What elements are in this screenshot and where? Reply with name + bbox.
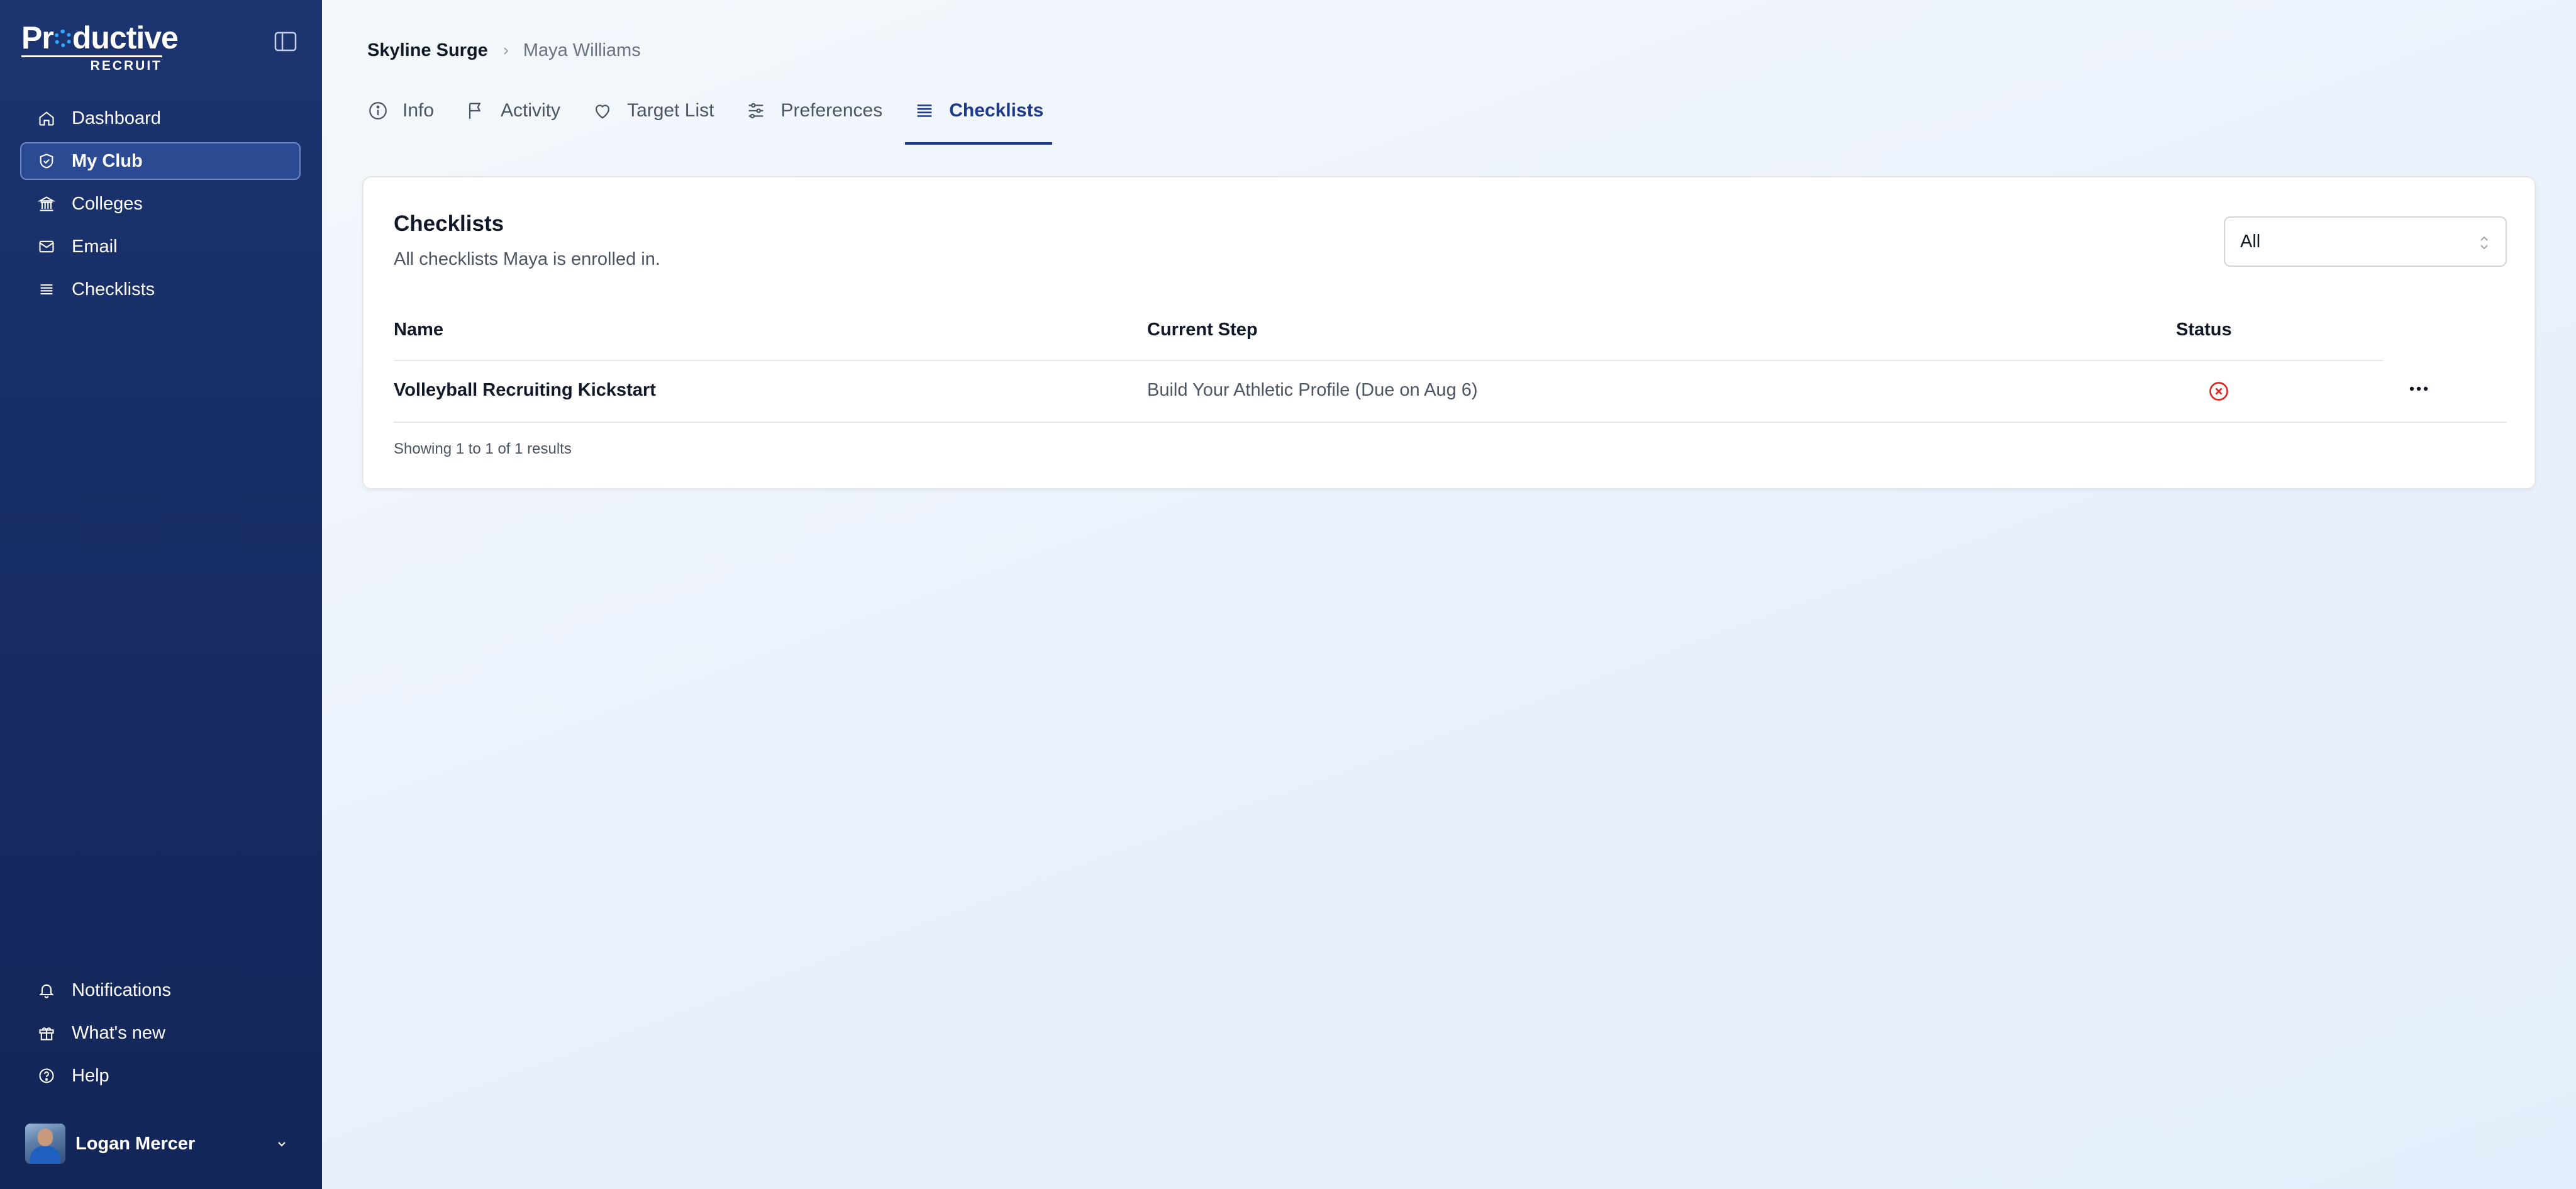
help-icon	[38, 1067, 55, 1085]
card-subtitle: All checklists Maya is enrolled in.	[394, 249, 660, 269]
tab-label: Checklists	[949, 100, 1044, 121]
tab-checklists[interactable]: Checklists	[905, 88, 1053, 145]
sidebar-item-label: My Club	[72, 150, 143, 171]
sidebar-item-help[interactable]: Help	[20, 1057, 301, 1095]
breadcrumb-athlete[interactable]: Maya Williams	[523, 40, 641, 61]
sidebar-item-colleges[interactable]: Colleges	[20, 185, 301, 223]
list-icon	[914, 100, 935, 121]
sidebar-item-label: Notifications	[72, 980, 171, 1000]
sidebar-item-whats-new[interactable]: What's new	[20, 1014, 301, 1052]
column-header-current-step: Current Step	[1147, 320, 1258, 340]
sidebar-collapse-icon[interactable]	[274, 31, 297, 52]
sidebar-item-my-club[interactable]: My Club	[20, 142, 301, 180]
user-name: Logan Mercer	[75, 1133, 196, 1154]
list-icon	[38, 281, 55, 298]
tab-label: Target List	[627, 100, 714, 121]
sliders-icon	[745, 100, 767, 121]
status-incomplete-icon	[2207, 380, 2230, 403]
sidebar-item-email[interactable]: Email	[20, 228, 301, 265]
pagination-summary: Showing 1 to 1 of 1 results	[394, 440, 572, 457]
tab-info[interactable]: Info	[358, 88, 443, 133]
bell-icon	[38, 981, 55, 999]
user-menu[interactable]: Logan Mercer	[25, 1124, 289, 1164]
breadcrumb: Skyline Surge Maya Williams	[367, 40, 641, 61]
productive-recruit-logo[interactable]: Pr ductive RECRUIT	[21, 21, 179, 73]
column-header-name: Name	[394, 320, 443, 340]
sidebar-item-label: Help	[72, 1065, 109, 1086]
sidebar-item-label: Dashboard	[72, 108, 161, 128]
tab-target-list[interactable]: Target List	[583, 88, 723, 133]
tab-preferences[interactable]: Preferences	[736, 88, 891, 133]
sidebar-nav: Dashboard My Club Colleges Email Checkli…	[20, 99, 301, 313]
sidebar-item-label: What's new	[72, 1022, 165, 1043]
more-options-icon[interactable]	[2406, 376, 2431, 401]
select-value: All	[2240, 231, 2261, 252]
sidebar-item-label: Colleges	[72, 193, 143, 214]
building-icon	[38, 195, 55, 213]
checklist-current-step: Build Your Athletic Profile (Due on Aug …	[1147, 380, 1478, 400]
sidebar-item-label: Email	[72, 236, 118, 257]
sidebar-item-notifications[interactable]: Notifications	[20, 971, 301, 1009]
chevron-down-icon	[274, 1136, 289, 1151]
sidebar-item-checklists[interactable]: Checklists	[20, 271, 301, 308]
status-filter-select[interactable]: All	[2224, 216, 2507, 267]
table-row[interactable]: Volleyball Recruiting Kickstart Build Yo…	[394, 361, 2507, 423]
flag-icon	[465, 100, 487, 121]
gift-icon	[38, 1024, 55, 1042]
checklist-name[interactable]: Volleyball Recruiting Kickstart	[394, 380, 656, 401]
sidebar-bottom-nav: Notifications What's new Help	[20, 971, 301, 1100]
breadcrumb-club[interactable]: Skyline Surge	[367, 40, 488, 61]
heart-icon	[592, 100, 613, 121]
sidebar-item-dashboard[interactable]: Dashboard	[20, 99, 301, 137]
mail-icon	[38, 238, 55, 255]
info-icon	[367, 100, 389, 121]
column-header-status: Status	[2176, 320, 2232, 340]
tab-label: Info	[402, 100, 435, 121]
tab-label: Activity	[501, 100, 561, 121]
chevron-right-icon	[501, 46, 511, 56]
checklists-card: Checklists All checklists Maya is enroll…	[362, 176, 2536, 489]
shield-icon	[38, 152, 55, 170]
card-title: Checklists	[394, 211, 504, 236]
home-icon	[38, 109, 55, 127]
profile-tabs: Info Activity Target List Preferences Ch…	[367, 88, 1066, 146]
chevron-up-down-icon	[2478, 233, 2490, 253]
avatar	[25, 1124, 65, 1164]
sidebar-item-label: Checklists	[72, 279, 155, 299]
tab-label: Preferences	[780, 100, 883, 121]
tab-activity[interactable]: Activity	[457, 88, 569, 133]
sidebar: Pr ductive RECRUIT Dashboard My Club Coll…	[0, 0, 322, 1189]
